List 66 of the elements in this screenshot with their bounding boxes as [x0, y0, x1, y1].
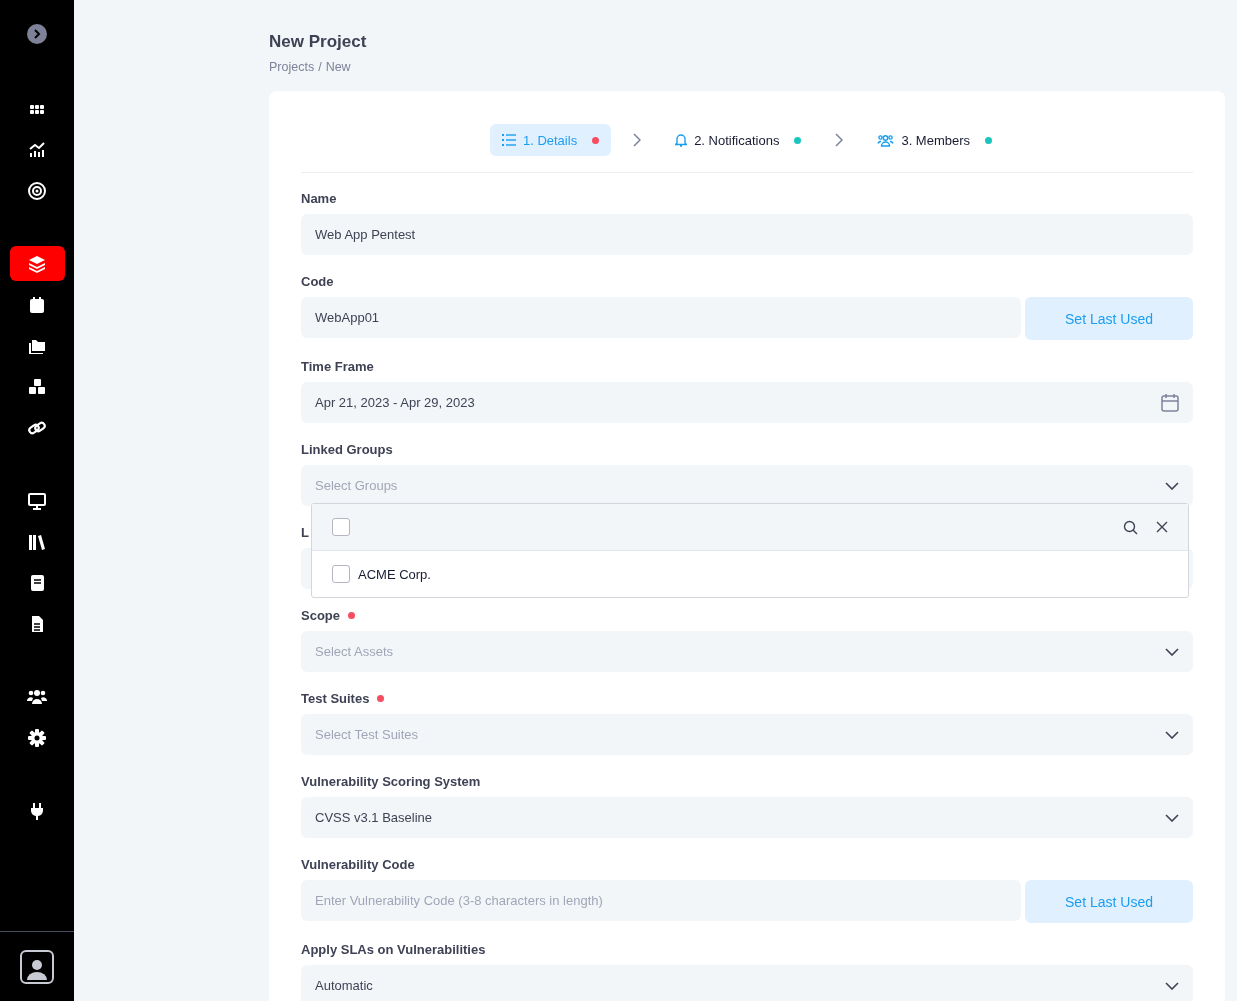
option-checkbox[interactable] [332, 565, 350, 583]
chart-icon [27, 139, 47, 160]
close-icon[interactable] [1156, 521, 1168, 533]
calendar-icon [27, 294, 47, 315]
date-range-field[interactable]: Apr 21, 2023 - Apr 29, 2023 [301, 382, 1193, 423]
chevron-right-icon [835, 133, 844, 147]
chevron-down-icon [1165, 981, 1179, 990]
breadcrumb-link[interactable]: New [325, 60, 351, 74]
field-placeholder: Enter Vulnerability Code (3-8 characters in length) [315, 893, 604, 908]
field-label: Vulnerability Scoring System [301, 774, 481, 789]
text-field[interactable]: Web App Pentest [301, 214, 1193, 255]
chevron-down-icon [1165, 481, 1179, 490]
chevron-right-icon [633, 133, 642, 147]
required-dot [377, 695, 385, 702]
gear-icon [27, 727, 47, 748]
target-icon [27, 180, 47, 201]
chevron-down-icon [1165, 730, 1179, 739]
sidebar-item[interactable] [9, 246, 65, 281]
step-tab[interactable]: 2. Notifications [663, 124, 814, 156]
field-placeholder: Select Assets [315, 644, 395, 659]
option-label[interactable]: ACME Corp. [358, 566, 431, 582]
user-avatar[interactable] [20, 949, 54, 984]
field-placeholder: Select Groups [315, 478, 399, 493]
select-field[interactable]: Select Assets [301, 631, 1193, 672]
expand-sidebar-button[interactable] [27, 24, 47, 44]
field-label: Test Suites [301, 691, 370, 706]
field-value: Apr 21, 2023 - Apr 29, 2023 [315, 395, 476, 410]
set-last-used-button[interactable]: Set Last Used [1025, 880, 1193, 923]
cubes-icon [27, 376, 47, 397]
select-field[interactable]: CVSS v3.1 Baseline [301, 797, 1193, 838]
chevron-right-icon [32, 29, 42, 39]
field-value: Web App Pentest [315, 227, 417, 242]
field-label: L [301, 525, 309, 540]
field-label: Code [301, 274, 334, 289]
step-tab[interactable]: 1. Details [489, 124, 612, 156]
field-label: Vulnerability Code [301, 857, 415, 872]
monitor-icon [27, 490, 47, 511]
required-dot [348, 612, 355, 619]
field-label: Name [301, 191, 337, 206]
breadcrumb-link[interactable]: Projects [269, 60, 315, 74]
field-placeholder: Select Test Suites [315, 727, 420, 742]
users-icon [877, 133, 895, 147]
layers-icon [27, 253, 47, 274]
field-value: Automatic [315, 978, 374, 993]
step-tab[interactable]: 3. Members [865, 124, 1005, 156]
breadcrumb-separator: / [318, 60, 322, 74]
text-field[interactable]: Enter Vulnerability Code (3-8 characters in length) [301, 880, 1021, 921]
text-field[interactable]: WebApp01 [301, 297, 1021, 338]
bell-icon [675, 133, 688, 147]
field-label: Linked Groups [301, 442, 393, 457]
set-last-used-button[interactable]: Set Last Used [1025, 297, 1193, 340]
search-icon[interactable] [1123, 519, 1138, 535]
select-field[interactable]: Select Test Suites [301, 714, 1193, 755]
calendar-icon [1161, 393, 1179, 412]
chevron-down-icon [1165, 813, 1179, 822]
chevron-down-icon [1165, 647, 1179, 656]
field-value: CVSS v3.1 Baseline [315, 810, 434, 825]
field-label: Scope [301, 608, 340, 623]
field-value: WebApp01 [315, 310, 381, 325]
select-field[interactable]: Automatic [301, 965, 1193, 1001]
select-field[interactable]: Select Groups [301, 465, 1193, 506]
select-all-checkbox[interactable] [332, 518, 350, 536]
list-icon [501, 134, 516, 146]
field-label: Apply SLAs on Vulnerabilities [301, 942, 486, 957]
page-title: New Project [269, 32, 368, 52]
field-label: Time Frame [301, 359, 374, 374]
